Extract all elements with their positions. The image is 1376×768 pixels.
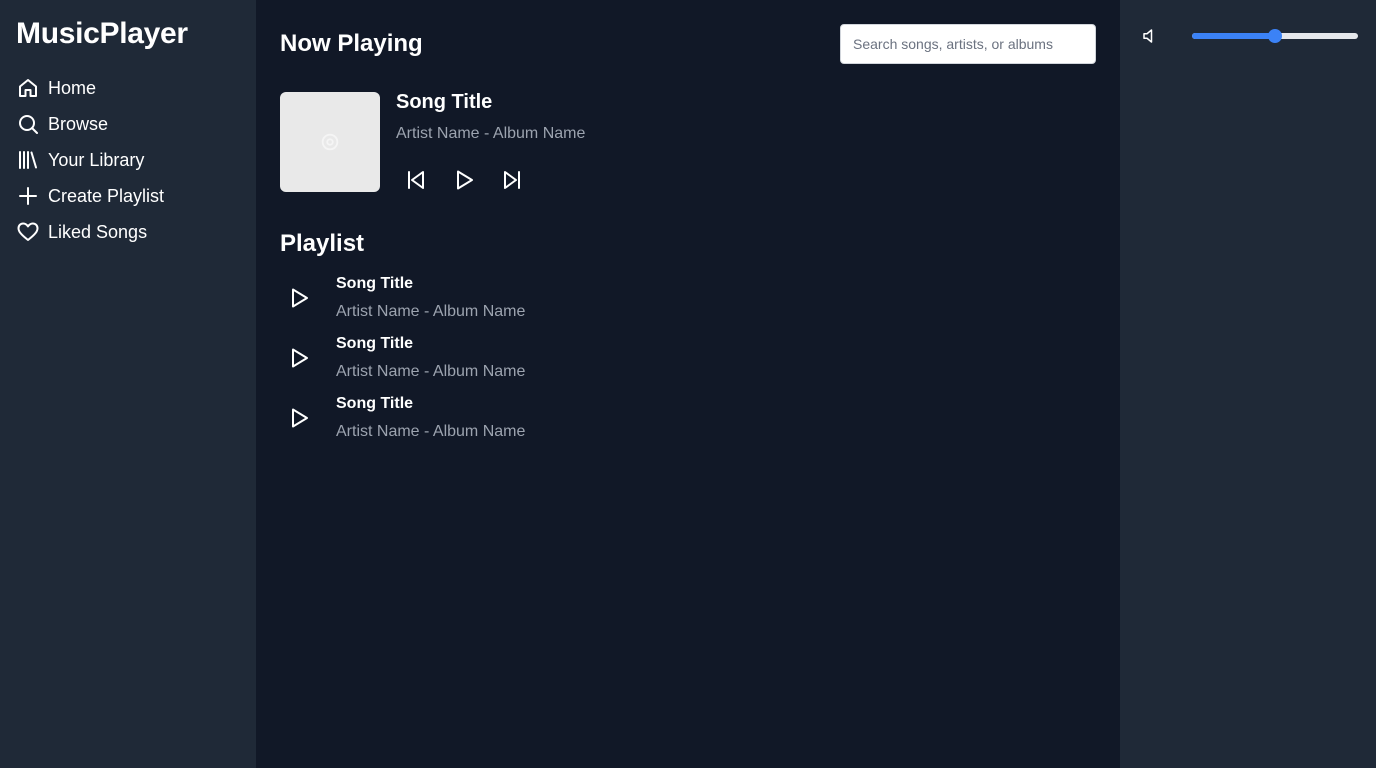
volume-slider-thumb[interactable] bbox=[1268, 29, 1282, 43]
volume-slider-fill bbox=[1192, 33, 1275, 39]
track-info: Song Title Artist Name - Album Name bbox=[336, 334, 525, 382]
now-playing-subtitle: Artist Name - Album Name bbox=[396, 125, 586, 142]
search-input[interactable] bbox=[840, 24, 1096, 64]
volume-button[interactable] bbox=[1136, 24, 1164, 48]
now-playing: Song Title Artist Name - Album Name bbox=[280, 91, 1096, 192]
track-title: Song Title bbox=[336, 335, 414, 352]
right-panel bbox=[1120, 0, 1376, 768]
track-play-button[interactable] bbox=[280, 278, 320, 318]
sidebar-item-label: Browse bbox=[48, 113, 109, 134]
list-item[interactable]: Song Title Artist Name - Album Name bbox=[280, 388, 1096, 448]
header: Now Playing bbox=[280, 24, 1096, 64]
track-info: Song Title Artist Name - Album Name bbox=[336, 274, 525, 322]
list-item[interactable]: Song Title Artist Name - Album Name bbox=[280, 268, 1096, 328]
track-play-button[interactable] bbox=[280, 338, 320, 378]
playback-controls bbox=[396, 160, 585, 200]
search-icon bbox=[16, 112, 40, 136]
track-subtitle: Artist Name - Album Name bbox=[336, 303, 526, 320]
sidebar-item-label: Your Library bbox=[48, 149, 145, 170]
album-placeholder-icon bbox=[321, 133, 339, 151]
track-subtitle: Artist Name - Album Name bbox=[336, 363, 526, 380]
play-icon bbox=[292, 348, 308, 368]
play-button[interactable] bbox=[444, 160, 484, 200]
next-button[interactable] bbox=[492, 160, 532, 200]
sidebar-item-label: Home bbox=[48, 77, 97, 98]
play-icon bbox=[292, 408, 308, 428]
list-item[interactable]: Song Title Artist Name - Album Name bbox=[280, 328, 1096, 388]
sidebar-nav: Home Browse Your Library Create Playlist bbox=[16, 76, 240, 244]
page-title: Now Playing bbox=[280, 30, 423, 57]
album-art bbox=[280, 92, 380, 192]
track-subtitle: Artist Name - Album Name bbox=[336, 423, 526, 440]
volume-icon bbox=[1143, 29, 1153, 43]
sidebar-item-home[interactable]: Home bbox=[16, 76, 240, 100]
now-playing-info: Song Title Artist Name - Album Name bbox=[396, 91, 586, 192]
volume-control bbox=[1136, 24, 1360, 48]
next-icon bbox=[504, 171, 520, 189]
playlist: Song Title Artist Name - Album Name Song… bbox=[280, 268, 1096, 448]
play-icon bbox=[292, 288, 308, 308]
heart-icon bbox=[16, 220, 40, 244]
sidebar-item-label: Liked Songs bbox=[48, 221, 148, 242]
sidebar-item-label: Create Playlist bbox=[48, 185, 165, 206]
library-icon bbox=[16, 148, 40, 172]
play-icon bbox=[457, 170, 473, 190]
track-play-button[interactable] bbox=[280, 398, 320, 438]
previous-icon bbox=[408, 171, 424, 189]
sidebar-item-your-library[interactable]: Your Library bbox=[16, 148, 240, 172]
app: MusicPlayer Home Browse Your Library Cre… bbox=[0, 0, 1376, 768]
now-playing-title: Song Title bbox=[396, 91, 493, 113]
main-content: Now Playing Song Title Artist Name - Alb… bbox=[256, 0, 1120, 768]
plus-icon bbox=[16, 184, 40, 208]
playlist-title: Playlist bbox=[280, 230, 365, 257]
track-title: Song Title bbox=[336, 275, 414, 292]
volume-slider[interactable] bbox=[1192, 28, 1358, 44]
sidebar-item-browse[interactable]: Browse bbox=[16, 112, 240, 136]
track-info: Song Title Artist Name - Album Name bbox=[336, 394, 525, 442]
track-title: Song Title bbox=[336, 395, 414, 412]
sidebar-item-create-playlist[interactable]: Create Playlist bbox=[16, 184, 240, 208]
app-logo: MusicPlayer bbox=[16, 17, 188, 50]
previous-button[interactable] bbox=[396, 160, 436, 200]
sidebar: MusicPlayer Home Browse Your Library Cre… bbox=[0, 0, 256, 768]
sidebar-item-liked-songs[interactable]: Liked Songs bbox=[16, 220, 240, 244]
home-icon bbox=[16, 76, 40, 100]
